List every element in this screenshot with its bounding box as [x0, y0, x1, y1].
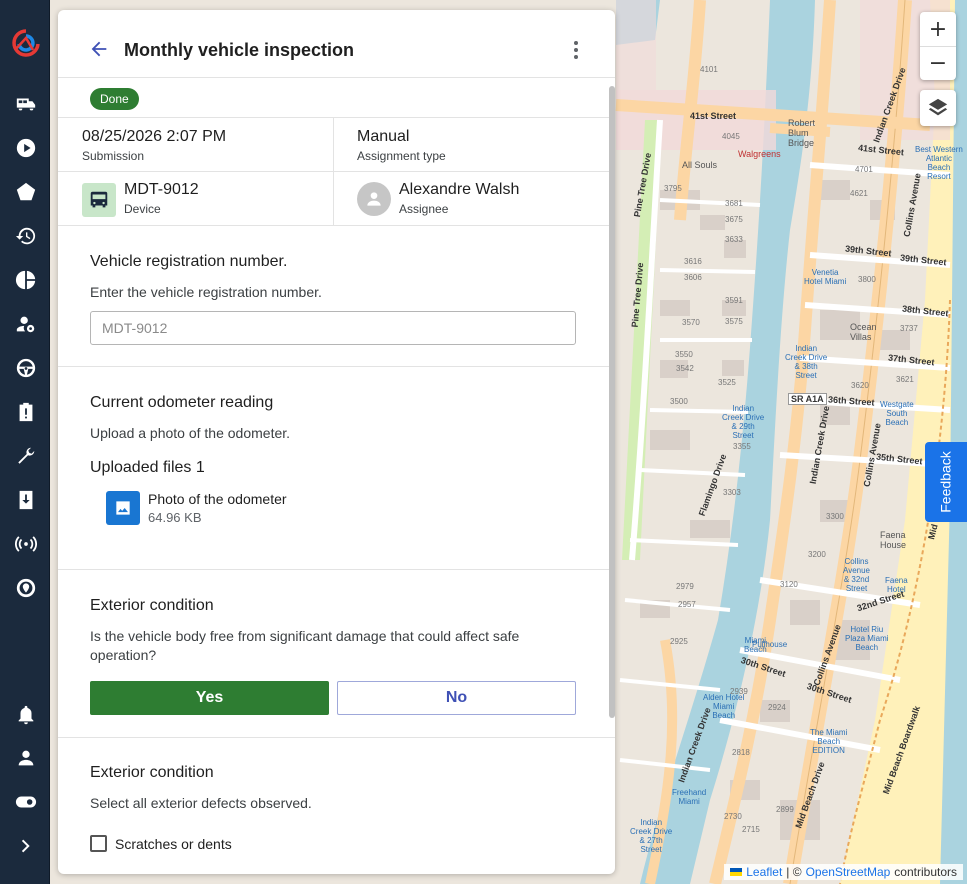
exterior-defects-title: Exterior condition	[90, 764, 214, 781]
bell-icon	[18, 705, 34, 725]
panel-header: Monthly vehicle inspection	[58, 10, 615, 78]
more-options-icon[interactable]	[566, 38, 586, 62]
sidebar-item-reports[interactable]	[12, 266, 40, 294]
pie-chart-icon	[15, 270, 36, 290]
avatar	[357, 182, 391, 216]
exterior-condition-section: Exterior condition Is the vehicle body f…	[58, 570, 615, 738]
file-name[interactable]: Photo of the odometer	[148, 491, 287, 507]
assignment-type-cell: Manual Assignment type	[357, 128, 446, 163]
exterior-defects-section: Exterior condition Select all exterior d…	[58, 738, 615, 852]
sidebar-item-playback[interactable]	[12, 134, 40, 162]
layers-button[interactable]	[920, 90, 956, 126]
scrollbar-thumb[interactable]	[609, 86, 615, 718]
download-icon	[19, 490, 33, 510]
submission-value: 08/25/2026 2:07 PM	[82, 128, 227, 145]
submission-label: Submission	[82, 149, 145, 163]
device-bus-icon	[82, 183, 116, 217]
exterior-condition-title: Exterior condition	[90, 597, 214, 614]
sidebar-item-zones[interactable]	[12, 178, 40, 206]
feedback-label: Feedback	[938, 451, 955, 513]
odometer-description: Upload a photo of the odometer.	[90, 425, 291, 441]
zoom-control: + −	[920, 12, 956, 80]
file-size: 64.96 KB	[148, 510, 202, 525]
no-button[interactable]: No	[337, 681, 576, 715]
sidebar-item-inspections[interactable]	[12, 398, 40, 426]
sidebar-item-users[interactable]	[12, 310, 40, 338]
ukraine-flag-icon	[730, 868, 743, 876]
inspection-meta: 08/25/2026 2:07 PM Submission Manual Ass…	[58, 118, 615, 226]
panel-scrollbar[interactable]	[609, 78, 615, 874]
clipboard-alert-icon	[19, 402, 33, 422]
play-icon	[16, 138, 36, 158]
zoom-out-button[interactable]: −	[920, 46, 956, 80]
odometer-title: Current odometer reading	[90, 394, 274, 411]
checkbox-label: Scratches or dents	[115, 835, 232, 852]
sidebar-item-notifications[interactable]	[12, 701, 40, 729]
location-target-icon	[16, 578, 36, 598]
sidebar-item-vehicles[interactable]	[12, 90, 40, 118]
bus-icon	[16, 98, 36, 111]
device-value[interactable]: MDT-9012	[124, 181, 199, 199]
inspection-detail-panel: Monthly vehicle inspection Done 08/25/20…	[58, 10, 615, 874]
person-icon	[367, 192, 381, 206]
sidebar-item-account[interactable]	[12, 744, 40, 772]
checkbox-scratches-or-dents[interactable]: Scratches or dents	[90, 835, 583, 852]
assignee-cell[interactable]: Alexandre Walsh Assignee	[399, 181, 519, 216]
attribution-separator: | ©	[786, 865, 802, 879]
history-icon	[15, 227, 36, 245]
sidebar	[0, 0, 50, 884]
assignee-label: Assignee	[399, 202, 449, 216]
openstreetmap-link[interactable]: OpenStreetMap	[806, 865, 891, 879]
yes-no-group: Yes No	[90, 681, 583, 715]
steering-wheel-icon	[16, 358, 36, 378]
checkbox[interactable]	[90, 835, 107, 852]
registration-title: Vehicle registration number.	[90, 253, 288, 270]
sidebar-item-maintenance[interactable]	[12, 442, 40, 470]
map-attribution: Leaflet | © OpenStreetMap contributors	[724, 864, 963, 880]
status-row: Done	[58, 78, 615, 118]
sidebar-expand-button[interactable]	[12, 832, 40, 860]
device-cell[interactable]: MDT-9012 Device	[124, 181, 199, 216]
layers-icon	[928, 98, 948, 116]
sidebar-item-places[interactable]	[12, 574, 40, 602]
registration-input[interactable]	[90, 311, 576, 345]
assignee-value[interactable]: Alexandre Walsh	[399, 181, 519, 199]
leaflet-link[interactable]: Leaflet	[746, 865, 782, 879]
exterior-defects-description: Select all exterior defects observed.	[90, 795, 312, 811]
odometer-section: Current odometer reading Upload a photo …	[58, 367, 615, 570]
chevron-right-icon	[21, 839, 30, 853]
person-icon	[18, 750, 34, 766]
broadcast-icon	[15, 536, 37, 552]
sidebar-item-drivers[interactable]	[12, 354, 40, 382]
registration-section: Vehicle registration number. Enter the v…	[58, 226, 615, 367]
sidebar-item-settings[interactable]	[12, 788, 40, 816]
status-badge: Done	[90, 88, 139, 110]
submission-cell: 08/25/2026 2:07 PM Submission	[82, 128, 226, 163]
toggle-settings-icon	[15, 796, 37, 808]
sidebar-item-downloads[interactable]	[12, 486, 40, 514]
image-file-icon	[106, 491, 140, 525]
assignment-type-value: Manual	[357, 128, 410, 145]
uploaded-file-item[interactable]: Photo of the odometer 64.96 KB	[106, 491, 583, 525]
assignment-type-label: Assignment type	[357, 149, 446, 163]
attribution-suffix: contributors	[894, 865, 957, 879]
app-logo[interactable]	[11, 28, 41, 58]
device-label: Device	[124, 202, 161, 216]
feedback-button[interactable]: Feedback	[925, 442, 967, 522]
wrench-icon	[18, 447, 35, 464]
yes-button[interactable]: Yes	[90, 681, 329, 715]
pentagon-icon	[16, 182, 36, 201]
page-title: Monthly vehicle inspection	[124, 40, 355, 60]
sidebar-item-devices[interactable]	[12, 530, 40, 558]
user-settings-icon	[16, 316, 35, 333]
exterior-condition-description: Is the vehicle body free from significan…	[90, 628, 520, 663]
registration-description: Enter the vehicle registration number.	[90, 284, 322, 300]
zoom-in-button[interactable]: +	[920, 12, 956, 46]
back-arrow-icon[interactable]	[88, 38, 110, 60]
sidebar-item-history[interactable]	[12, 222, 40, 250]
uploaded-files-label: Uploaded files 1	[90, 459, 205, 476]
